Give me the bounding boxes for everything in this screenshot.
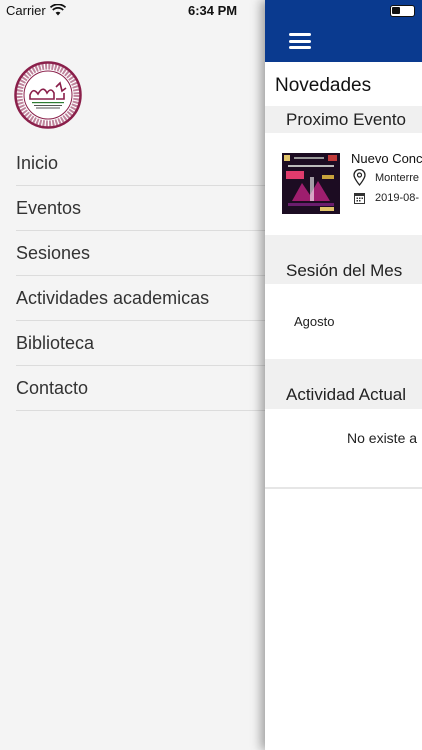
menu-item-label: Inicio bbox=[16, 153, 59, 173]
clock: 6:34 PM bbox=[188, 3, 238, 18]
college-logo bbox=[14, 61, 82, 129]
activity-card bbox=[265, 409, 422, 487]
event-section-header: Proximo Evento bbox=[265, 106, 422, 133]
status-bar: Carrier 6:34 PM bbox=[0, 0, 265, 22]
event-location: Monterre bbox=[375, 172, 420, 184]
session-card[interactable] bbox=[265, 284, 422, 359]
divider bbox=[265, 487, 422, 489]
event-section-title: Proximo Evento bbox=[286, 110, 406, 129]
news-content: Novedades Proximo Evento Nuevo Conc Mont… bbox=[265, 62, 422, 750]
menu-item-contacto[interactable]: Contacto bbox=[0, 366, 265, 411]
activity-section-title: Actividad Actual bbox=[286, 385, 407, 404]
drawer-menu: Inicio Eventos Sesiones Actividades acad… bbox=[0, 141, 265, 411]
divider bbox=[16, 410, 265, 411]
carrier-label: Carrier bbox=[6, 3, 46, 18]
event-poster-image[interactable] bbox=[282, 153, 340, 214]
session-month: Agosto bbox=[294, 314, 335, 329]
menu-item-biblioteca[interactable]: Biblioteca bbox=[0, 321, 265, 366]
side-drawer: Carrier 6:34 PM Inicio Eventos Sesiones bbox=[0, 0, 265, 750]
activity-section-header: Actividad Actual bbox=[265, 359, 422, 409]
page-title: Novedades bbox=[275, 75, 372, 96]
calendar-icon bbox=[354, 193, 365, 204]
menu-item-label: Eventos bbox=[16, 198, 82, 218]
session-section-title: Sesión del Mes bbox=[286, 261, 403, 280]
event-name: Nuevo Conc bbox=[351, 151, 422, 166]
menu-item-label: Sesiones bbox=[16, 243, 91, 263]
event-date: 2019-08- bbox=[375, 192, 420, 204]
menu-item-label: Biblioteca bbox=[16, 333, 95, 353]
empty-activity-text: No existe a bbox=[347, 430, 418, 446]
battery-icon bbox=[390, 5, 415, 17]
menu-toggle-icon[interactable] bbox=[289, 33, 311, 49]
menu-item-label: Actividades academicas bbox=[16, 288, 210, 308]
main-panel[interactable]: Novedades Proximo Evento Nuevo Conc Mont… bbox=[265, 0, 422, 750]
location-pin-icon bbox=[353, 169, 366, 186]
menu-item-eventos[interactable]: Eventos bbox=[0, 186, 265, 231]
menu-item-label: Contacto bbox=[16, 378, 89, 398]
menu-item-sesiones[interactable]: Sesiones bbox=[0, 231, 265, 276]
session-section-header: Sesión del Mes bbox=[265, 235, 422, 284]
menu-item-inicio[interactable]: Inicio bbox=[0, 141, 265, 186]
wifi-icon bbox=[50, 4, 66, 16]
nav-bar bbox=[265, 0, 422, 62]
menu-item-actividades[interactable]: Actividades academicas bbox=[0, 276, 265, 321]
